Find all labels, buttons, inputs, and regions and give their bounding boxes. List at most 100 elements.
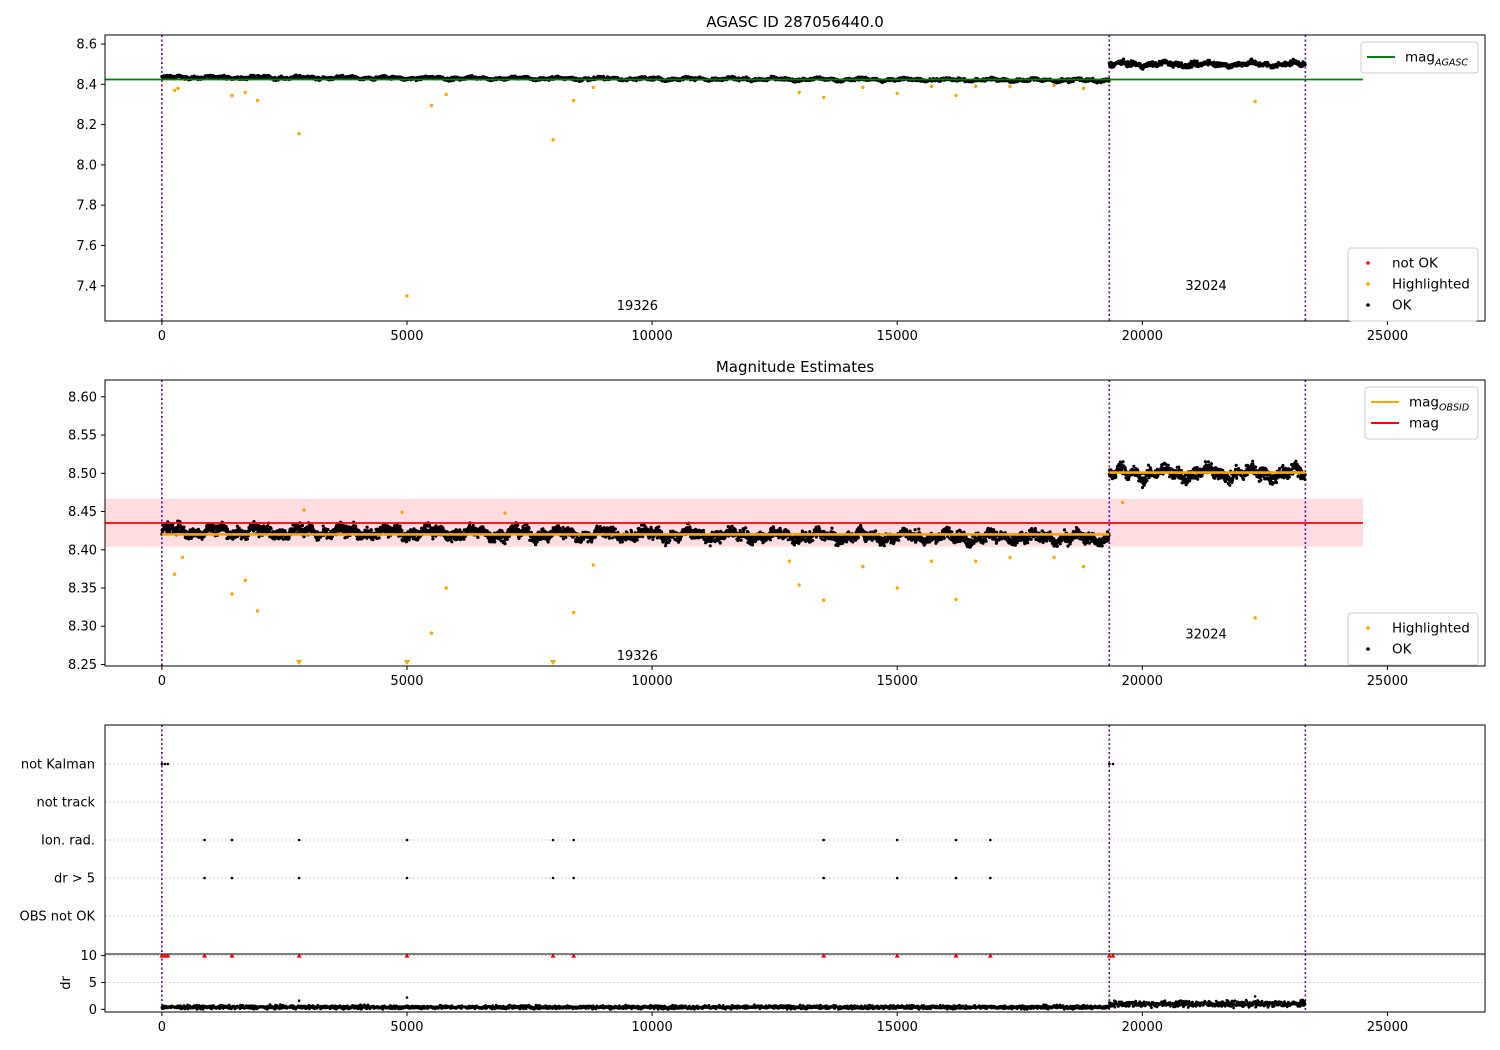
flag-point [160,762,164,766]
legend-dot-swatch [1366,282,1370,286]
flag-point [163,762,167,766]
obsid-label: 32024 [1185,628,1226,643]
obsid-label: 32024 [1185,279,1226,294]
highlighted-point [180,555,185,560]
highlighted-point [591,85,595,90]
highlighted-point [787,559,792,563]
flag-point [822,838,825,842]
y-tick-label: 7.8 [76,199,97,214]
flag-point [297,876,301,880]
highlighted-point [973,84,978,89]
y-tick-label: 7.6 [76,239,97,254]
x-tick-label: 20000 [1122,329,1163,344]
x-tick-label: 5000 [390,329,423,344]
y-tick-label: 8.40 [68,543,97,558]
highlighted-point [444,586,448,590]
x-tick-label: 15000 [877,1020,918,1035]
x-tick-label: 5000 [390,1020,423,1035]
flag-row-label: not Kalman [21,758,95,773]
flag-point [230,876,234,880]
agasc-legend-bottom: not OK Highlighted OK [1347,247,1479,322]
flag-point [405,838,409,842]
dr-outlier-point [297,999,301,1003]
flag-row-label: Ion. rad. [41,834,95,849]
legend-label: OK [1392,642,1413,658]
legend-label: OK [1392,298,1413,314]
legend-label-sub: OBSID [1439,403,1469,414]
y-tick-label: 8.0 [76,158,97,173]
obsid-label: 19326 [617,299,658,314]
y-tick-label: 8.2 [76,118,97,133]
y-tick-label: 8.55 [68,429,97,444]
highlighted-point [929,559,934,563]
y-tick-label: 8.25 [68,658,97,673]
highlighted-point [172,88,177,93]
y-tick-label: 5 [89,976,97,991]
highlighted-point [176,86,180,91]
highlighted-point [1052,83,1056,88]
legend-label-base: mag [1405,50,1435,66]
y-tick-label: 8.50 [68,467,97,482]
y-tick-label: 7.4 [76,279,97,294]
agasc-legend-top: magAGASC [1360,41,1479,74]
x-tick-label: 15000 [877,674,918,689]
x-tick-label: 20000 [1122,674,1163,689]
x-tick-label: 20000 [1122,1020,1163,1035]
legend-label: Highlighted [1392,277,1470,293]
legend-label-base: mag [1409,395,1439,411]
highlighted-point [302,508,306,512]
flag-point [1107,762,1111,766]
flag-point [895,838,899,842]
highlighted-point [400,510,404,514]
legend-label: Highlighted [1392,621,1470,637]
flag-point [572,838,575,842]
estimates-panel-title: Magnitude Estimates [716,358,874,376]
estimates-legend-top: magOBSIDmag [1364,386,1479,440]
agasc-panel-title: AGASC ID 287056440.0 [706,13,884,31]
highlighted-point [895,586,899,590]
y-tick-label: 0 [89,1003,97,1018]
highlighted-point [954,597,958,602]
x-tick-label: 10000 [631,329,672,344]
flag-row-label: dr > 5 [54,872,95,887]
highlighted-point [929,84,934,89]
y-tick-label: 8.30 [68,620,97,635]
estimates-legend-bottom: Highlighted OK [1347,612,1479,666]
legend-dot-swatch [1366,626,1370,630]
obsid-label: 19326 [617,649,658,664]
flag-point [989,876,992,880]
highlighted-point [255,609,260,613]
legend-dot-swatch [1366,647,1370,651]
x-tick-label: 5000 [390,674,423,689]
flag-point [297,838,301,842]
flag-point [230,838,234,842]
highlighted-point [571,98,576,103]
legend-label: mag [1409,416,1439,432]
y-tick-label: 8.4 [76,78,97,93]
flag-row-label: not track [36,796,95,811]
highlighted-point [243,90,247,95]
x-tick-label: 15000 [877,329,918,344]
legend-dot-swatch [1366,303,1370,307]
y-tick-label: 8.45 [68,505,97,520]
highlighted-point [297,131,301,136]
x-tick-label: 10000 [631,674,672,689]
highlighted-point [1052,555,1056,560]
highlighted-point [230,592,234,596]
x-tick-label: 0 [158,329,166,344]
flag-point [166,762,170,766]
highlighted-point [821,95,826,100]
highlighted-point [797,583,801,587]
flag-point [203,838,206,842]
highlighted-point [172,572,177,576]
dr-outlier-point [1253,995,1257,998]
dr-outlier-point [405,996,409,999]
x-tick-label: 0 [158,674,166,689]
highlighted-point [444,92,448,97]
x-tick-label: 25000 [1367,329,1408,344]
highlighted-point [591,563,595,567]
highlighted-point [1253,99,1257,104]
highlighted-point [895,91,899,96]
highlighted-point [503,511,507,515]
flag-point [572,876,575,880]
